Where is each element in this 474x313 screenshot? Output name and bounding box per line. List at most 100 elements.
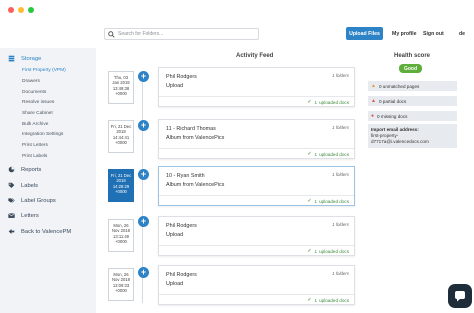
missing-docs-label: 0 missing docs [377, 113, 408, 119]
arrow-left-icon [8, 229, 15, 234]
feed-card-folders: 1 folders [332, 73, 349, 78]
chat-icon [455, 291, 465, 302]
sidebar-item-label: Letters [21, 212, 39, 219]
uploaded-docs-label: uploaded docs [319, 297, 349, 303]
feed-card-footer: ✓ 1 uploaded docs [159, 96, 354, 106]
feed-card[interactable]: 11 - Richard Thomas Album from ValencePi… [158, 119, 355, 159]
language-link[interactable]: de [459, 31, 465, 37]
uploaded-docs-label: uploaded docs [319, 151, 349, 157]
feed-date: Mon, 26 Nov 2018 13:09:33 +0000 [108, 268, 134, 301]
uploaded-docs-link[interactable]: ✓ 1 uploaded docs [307, 198, 349, 204]
feed-card-folders: 1 folders [332, 125, 349, 130]
health-score-title: Health score [394, 53, 431, 59]
sidebar-item-reports[interactable]: Reports [8, 166, 41, 173]
activity-feed-title: Activity Feed [236, 53, 274, 59]
check-icon: ✓ [307, 99, 312, 105]
uploaded-docs-link[interactable]: ✓ 1 uploaded docs [307, 151, 349, 157]
feed-card[interactable]: Phil Rodgers Upload 1 folders ✓ 1 uploaded… [158, 67, 355, 107]
expand-item-button[interactable]: + [138, 267, 149, 278]
search-input[interactable] [118, 31, 258, 37]
sidebar-subitem-drawers[interactable]: Drawers [22, 79, 40, 84]
sidebar-subitem-resolve-issues[interactable]: Resolve issues [22, 100, 54, 105]
sidebar-item-letters[interactable]: Letters [8, 212, 39, 219]
sidebar-subitem-bulk-archive[interactable]: Bulk Archive [22, 122, 48, 127]
sidebar-subitem-documents[interactable]: Documents [22, 90, 46, 95]
unmatched-pages-stat[interactable]: ▲ 0 unmatched pages [368, 81, 457, 91]
uploaded-docs-label: uploaded docs [319, 198, 349, 204]
sidebar-item-storage[interactable]: Storage [8, 55, 41, 62]
missing-docs-stat[interactable]: ● 0 missing docs [368, 111, 457, 121]
storage-icon [8, 55, 15, 62]
sidebar-subitem-print-letters[interactable]: Print Letters [22, 143, 48, 148]
sidebar-subitem-share-cabinet[interactable]: Share Cabinet [22, 111, 53, 116]
error-icon: ● [371, 113, 375, 119]
sidebar-item-labels[interactable]: Labels [8, 182, 38, 189]
expand-item-button[interactable]: + [138, 71, 149, 82]
check-icon: ✓ [307, 151, 312, 157]
sidebar-item-back[interactable]: Back to ValencePM [8, 228, 71, 235]
feed-card-subtitle: Upload [166, 232, 184, 238]
sidebar-subitem-first-property[interactable]: First Property (VPM) [22, 68, 66, 73]
feed-card-folders: 1 folders [332, 172, 349, 177]
feed-date-selected: Fri, 21 Dec 2018 14:28:29 +0000 [108, 169, 134, 202]
uploaded-docs-label: uploaded docs [319, 248, 349, 254]
sign-out-link[interactable]: Sign out [423, 31, 444, 37]
feed-date: Mon, 26 Nov 2018 13:11:49 +0000 [108, 219, 134, 252]
pie-chart-icon [8, 166, 15, 173]
warning-icon: ▲ [371, 83, 376, 89]
feed-card-folders: 1 folders [332, 271, 349, 276]
search-box[interactable] [104, 28, 259, 40]
import-email-box: Import email address: first-property- d7… [368, 124, 457, 148]
uploaded-docs-label: uploaded docs [319, 99, 349, 105]
uploaded-docs-link[interactable]: ✓ 1 uploaded docs [307, 99, 349, 105]
uploaded-docs-count: 1 [314, 248, 318, 254]
expand-item-button[interactable]: + [138, 216, 149, 227]
sidebar: Storage First Property (VPM) Drawers Doc… [0, 48, 96, 313]
sidebar-item-label: Labels [21, 182, 39, 189]
feed-card-footer: ✓ 1 uploaded docs [159, 148, 354, 158]
expand-item-button[interactable]: + [138, 120, 149, 131]
window-maximize-dot[interactable] [28, 7, 34, 13]
uploaded-docs-link[interactable]: ✓ 1 uploaded docs [307, 297, 349, 303]
partial-docs-label: 0 partial docs [378, 98, 407, 104]
feed-card[interactable]: Phil Rodgers Upload 1 folders ✓ 1 uploaded… [158, 216, 355, 256]
sidebar-item-label: Reports [21, 166, 42, 173]
sidebar-item-label-groups[interactable]: Label Groups [8, 197, 56, 204]
check-icon: ✓ [307, 297, 312, 303]
sidebar-subitem-integration-settings[interactable]: Integration Settings [22, 132, 63, 137]
feed-card-footer: ✓ 1 uploaded docs [159, 245, 354, 255]
chat-button[interactable] [448, 284, 472, 308]
feed-card-subtitle: Upload [166, 83, 184, 89]
uploaded-docs-count: 1 [314, 151, 318, 157]
sidebar-item-label: Storage [21, 55, 42, 62]
expand-item-button[interactable]: + [138, 169, 149, 180]
sidebar-subitem-print-labels[interactable]: Print Labels [22, 154, 47, 159]
check-icon: ✓ [307, 248, 312, 254]
feed-card-selected[interactable]: 10 - Ryan Smith Album from ValencePics 1… [158, 166, 355, 206]
sidebar-item-label: Back to ValencePM [21, 228, 72, 235]
window-minimize-dot[interactable] [18, 7, 24, 13]
uploaded-docs-link[interactable]: ✓ 1 uploaded docs [307, 248, 349, 254]
feed-card-subtitle: Album from ValencePics [166, 182, 225, 188]
sidebar-item-label: Label Groups [21, 197, 56, 204]
uploaded-docs-count: 1 [314, 198, 318, 204]
feed-card-title: Phil Rodgers [166, 223, 197, 229]
window-close-dot[interactable] [8, 7, 14, 13]
alert-icon: ▲ [371, 98, 376, 104]
partial-docs-stat[interactable]: ▲ 0 partial docs [368, 96, 457, 106]
import-email-line2[interactable]: d7717a@i.valencedocs.com [371, 139, 454, 145]
feed-card-title: 10 - Ryan Smith [166, 173, 205, 179]
upload-files-button[interactable]: Upload Files [346, 27, 383, 40]
my-profile-link[interactable]: My profile [392, 31, 417, 37]
feed-card-footer: ✓ 1 uploaded docs [159, 195, 354, 205]
uploaded-docs-count: 1 [314, 99, 318, 105]
feed-date: Thu, 03 Jan 2019 13:49:38 +0000 [108, 71, 134, 104]
feed-card-subtitle: Upload [166, 281, 184, 287]
envelope-icon [8, 213, 15, 218]
feed-date: Fri, 21 Dec 2018 14:44:41 +0000 [108, 120, 134, 153]
unmatched-pages-label: 0 unmatched pages [378, 83, 420, 89]
tags-icon [8, 198, 15, 203]
feed-card[interactable]: Phil Rodgers Upload 1 folders ✓ 1 uploaded… [158, 265, 355, 305]
uploaded-docs-count: 1 [314, 297, 318, 303]
feed-card-footer: ✓ 1 uploaded docs [159, 294, 354, 304]
